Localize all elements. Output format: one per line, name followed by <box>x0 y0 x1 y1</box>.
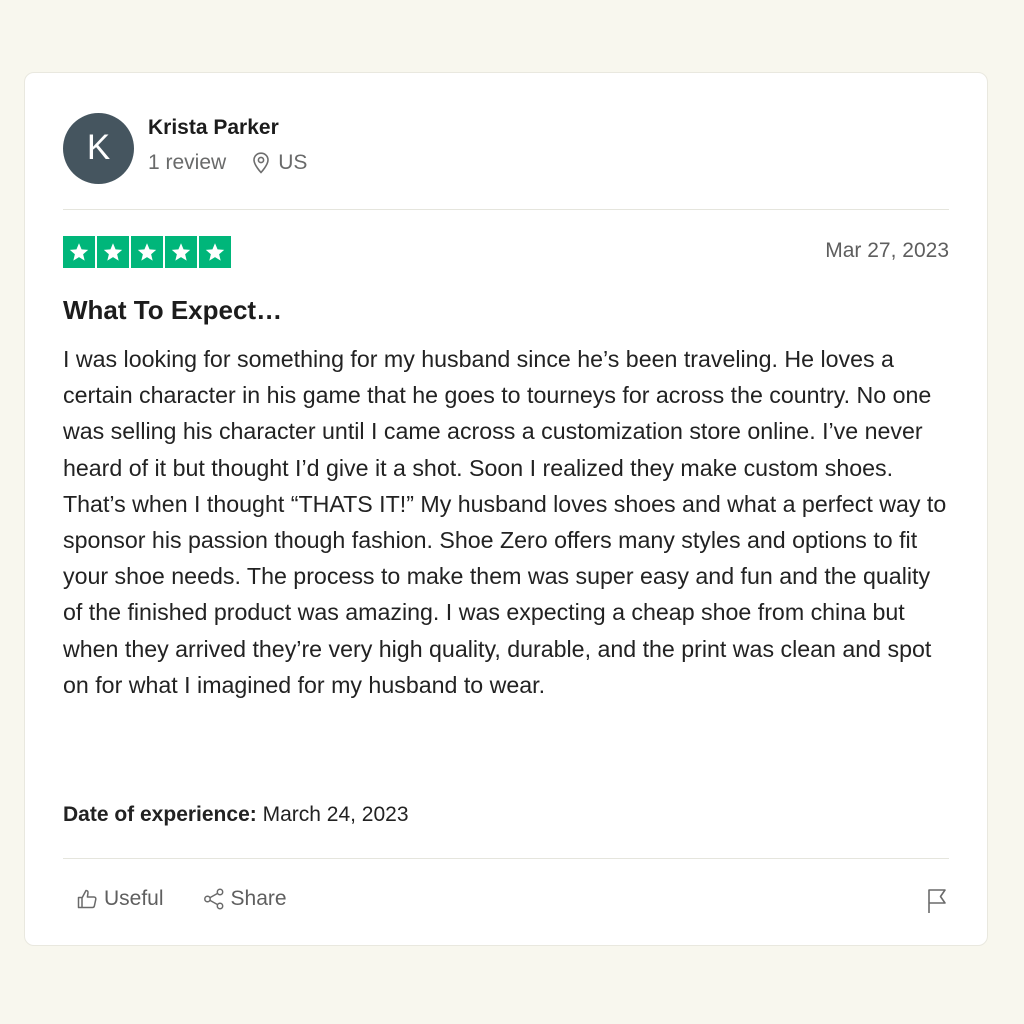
star-icon <box>199 236 231 268</box>
useful-label: Useful <box>104 887 164 910</box>
avatar-initial: K <box>86 128 111 167</box>
thumbs-up-icon <box>77 889 97 909</box>
review-actions: Useful Share <box>75 887 325 911</box>
reviewer-meta: Krista Parker 1 review US <box>148 116 307 175</box>
report-flag-button[interactable] <box>925 887 949 920</box>
share-icon <box>203 888 223 910</box>
reviewer-location: US <box>278 151 308 174</box>
star-icon <box>131 236 163 268</box>
star-icon <box>165 236 197 268</box>
star-icon <box>63 236 95 268</box>
review-card: K Krista Parker 1 review US Mar 27, 2023 <box>24 72 988 946</box>
experience-date: March 24, 2023 <box>262 803 409 826</box>
reviewer-name[interactable]: Krista Parker <box>148 115 307 141</box>
reviewer-details: 1 review US <box>148 151 307 175</box>
location-pin-icon <box>252 152 270 174</box>
avatar[interactable]: K <box>63 112 134 184</box>
review-date: Mar 27, 2023 <box>825 239 949 262</box>
review-count: 1 review <box>148 151 227 174</box>
star-icon <box>97 236 129 268</box>
share-label: Share <box>230 887 287 910</box>
review-body: I was looking for something for my husba… <box>63 346 947 698</box>
date-of-experience: Date of experience: March 24, 2023 <box>63 803 409 827</box>
experience-label: Date of experience: <box>63 803 257 826</box>
header-divider <box>63 209 949 210</box>
flag-icon <box>928 889 946 913</box>
share-button[interactable]: Share <box>202 887 287 911</box>
footer-divider <box>63 858 949 859</box>
star-rating <box>63 236 231 268</box>
reviewer-header: K Krista Parker 1 review US <box>63 111 307 185</box>
review-title[interactable]: What To Expect… <box>63 295 282 326</box>
useful-button[interactable]: Useful <box>75 887 164 911</box>
